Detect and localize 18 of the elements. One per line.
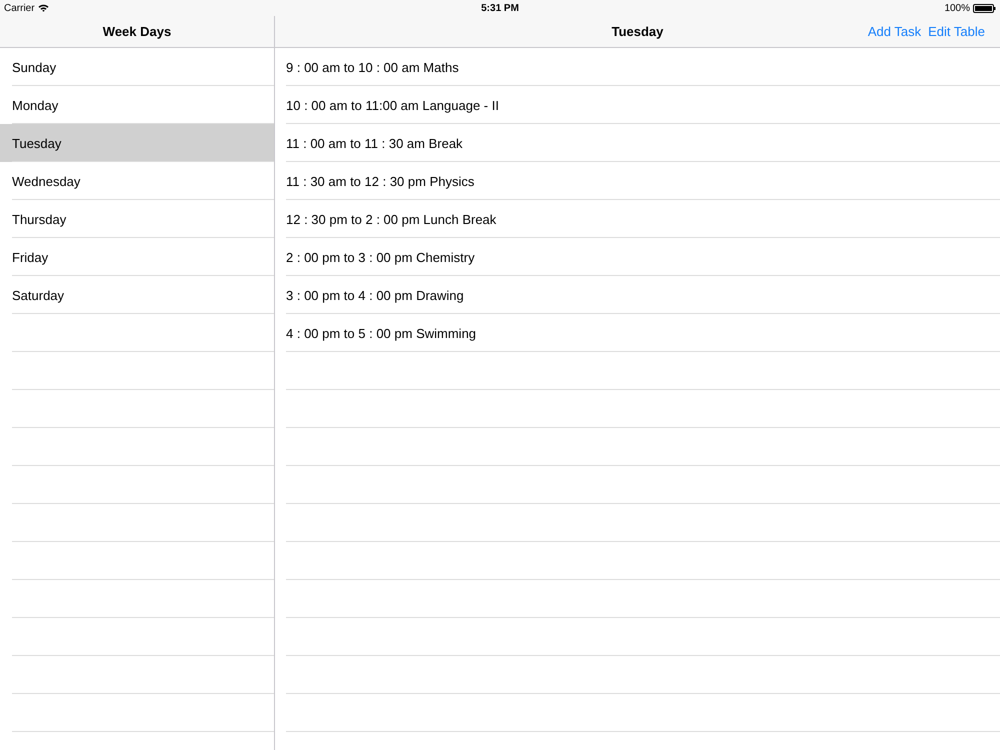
wifi-icon [38, 4, 49, 12]
detail-title: Tuesday [612, 24, 664, 39]
nav-action-button[interactable]: Add Task [868, 24, 922, 39]
carrier-label: Carrier [4, 2, 35, 14]
task-row[interactable]: 12 : 30 pm to 2 : 00 pm Lunch Break [275, 200, 1000, 238]
task-row[interactable]: 4 : 00 pm to 5 : 00 pm Swimming [275, 314, 1000, 352]
status-time: 5:31 PM [481, 2, 519, 14]
nav-action-button[interactable]: Edit Table [928, 24, 985, 39]
weekday-item[interactable]: Tuesday [0, 124, 274, 162]
battery-icon [973, 4, 996, 12]
task-row[interactable]: 2 : 00 pm to 3 : 00 pm Chemistry [275, 238, 1000, 276]
task-row[interactable]: 11 : 00 am to 11 : 30 am Break [275, 124, 1000, 162]
task-row[interactable]: 9 : 00 am to 10 : 00 am Maths [275, 48, 1000, 86]
task-row[interactable]: 3 : 00 pm to 4 : 00 pm Drawing [275, 276, 1000, 314]
task-row[interactable]: 10 : 00 am to 11:00 am Language - II [275, 86, 1000, 124]
task-row[interactable]: 11 : 30 am to 12 : 30 pm Physics [275, 162, 1000, 200]
battery-percent: 100% [944, 2, 970, 14]
sidebar-title: Week Days [102, 24, 172, 39]
